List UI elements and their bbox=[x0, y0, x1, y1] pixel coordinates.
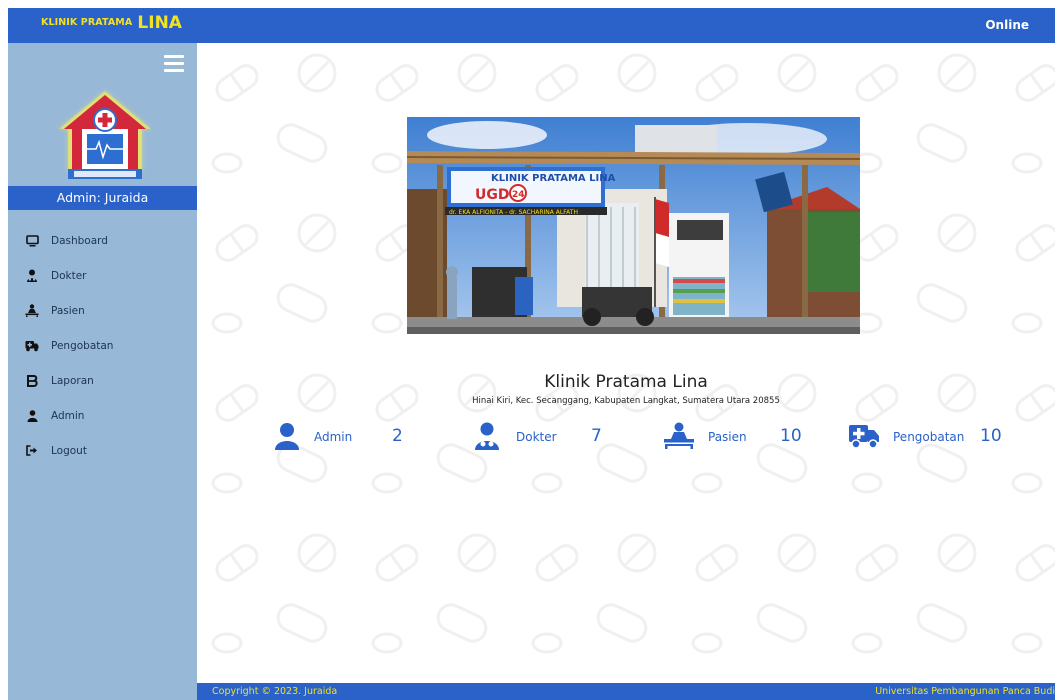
sidebar-item-label: Laporan bbox=[51, 374, 94, 387]
photo-sign-doctors: dr. EKA ALFIONITA - dr. SACHARINA ALFATH bbox=[449, 209, 578, 216]
photo-sign-ugd: UGD bbox=[475, 187, 509, 203]
stat-value: 10 bbox=[980, 426, 1002, 446]
stat-label: Dokter bbox=[516, 430, 557, 444]
clinic-name: Klinik Pratama Lina bbox=[544, 372, 708, 392]
sidebar-item-pengobatan[interactable]: Pengobatan bbox=[8, 328, 197, 363]
stat-value: 2 bbox=[392, 426, 403, 446]
user-icon bbox=[275, 423, 299, 450]
bold-icon bbox=[25, 374, 39, 388]
photo-sign-24: 24 bbox=[512, 190, 525, 200]
sidebar-item-dokter[interactable]: Dokter bbox=[8, 258, 197, 293]
footer: Copyright © 2023. Juraida Universitas Pe… bbox=[197, 683, 1055, 700]
monitor-icon bbox=[25, 234, 39, 248]
sidebar-item-laporan[interactable]: Laporan bbox=[8, 363, 197, 398]
footer-university: Universitas Pembangunan Panca Budi bbox=[875, 686, 1055, 697]
brand[interactable]: KLINIK PRATAMA LINA bbox=[41, 13, 182, 33]
stat-label: Admin bbox=[314, 430, 353, 444]
sidebar-item-dashboard[interactable]: Dashboard bbox=[8, 223, 197, 258]
photo-sign-title: KLINIK PRATAMA LINA bbox=[491, 173, 616, 184]
sidebar-item-label: Dokter bbox=[51, 269, 87, 282]
doctor-icon bbox=[475, 422, 499, 450]
stat-pasien[interactable]: Pasien 10 bbox=[663, 421, 823, 451]
sidebar-menu: Dashboard Dokter Pasien Pengobatan Lapor… bbox=[8, 223, 197, 468]
logout-icon bbox=[25, 444, 39, 458]
sidebar-item-label: Admin bbox=[51, 409, 85, 422]
clinic-photo: KLINIK PRATAMA LINA UGD 24 dr. EKA ALFIO… bbox=[407, 117, 860, 334]
sidebar-item-logout[interactable]: Logout bbox=[8, 433, 197, 468]
brand-small: KLINIK PRATAMA bbox=[41, 17, 133, 28]
doctor-icon bbox=[25, 269, 39, 283]
stat-label: Pengobatan bbox=[893, 430, 965, 444]
top-bar: KLINIK PRATAMA LINA Online bbox=[8, 8, 1055, 43]
clinic-address: Hinai Kiri, Kec. Secanggang, Kabupaten L… bbox=[472, 396, 780, 406]
sidebar-item-pasien[interactable]: Pasien bbox=[8, 293, 197, 328]
stat-label: Pasien bbox=[708, 430, 747, 444]
stat-value: 7 bbox=[591, 426, 602, 446]
admin-banner: Admin: Juraida bbox=[8, 186, 197, 210]
status-online: Online bbox=[985, 18, 1029, 32]
sidebar-item-label: Dashboard bbox=[51, 234, 108, 247]
brand-big: LINA bbox=[137, 13, 182, 33]
sidebar-item-label: Pengobatan bbox=[51, 339, 114, 352]
hamburger-menu-icon[interactable] bbox=[164, 55, 184, 75]
patient-icon bbox=[25, 304, 39, 318]
stat-value: 10 bbox=[780, 426, 802, 446]
stat-dokter[interactable]: Dokter 7 bbox=[473, 421, 633, 451]
stat-pengobatan[interactable]: Pengobatan 10 bbox=[848, 421, 1038, 451]
sidebar-item-label: Pasien bbox=[51, 304, 85, 317]
sidebar-item-admin[interactable]: Admin bbox=[8, 398, 197, 433]
ambulance-icon bbox=[849, 425, 879, 449]
sidebar: Admin: Juraida Dashboard Dokter Pasien P… bbox=[8, 43, 197, 700]
main-content: KLINIK PRATAMA LINA UGD 24 dr. EKA ALFIO… bbox=[197, 43, 1055, 683]
patient-bed-icon bbox=[664, 422, 694, 449]
ambulance-icon bbox=[25, 339, 39, 353]
clinic-logo bbox=[59, 91, 151, 179]
footer-copyright: Copyright © 2023. Juraida bbox=[212, 686, 338, 697]
sidebar-item-label: Logout bbox=[51, 444, 87, 457]
stat-admin[interactable]: Admin 2 bbox=[273, 421, 413, 451]
user-icon bbox=[25, 409, 39, 423]
